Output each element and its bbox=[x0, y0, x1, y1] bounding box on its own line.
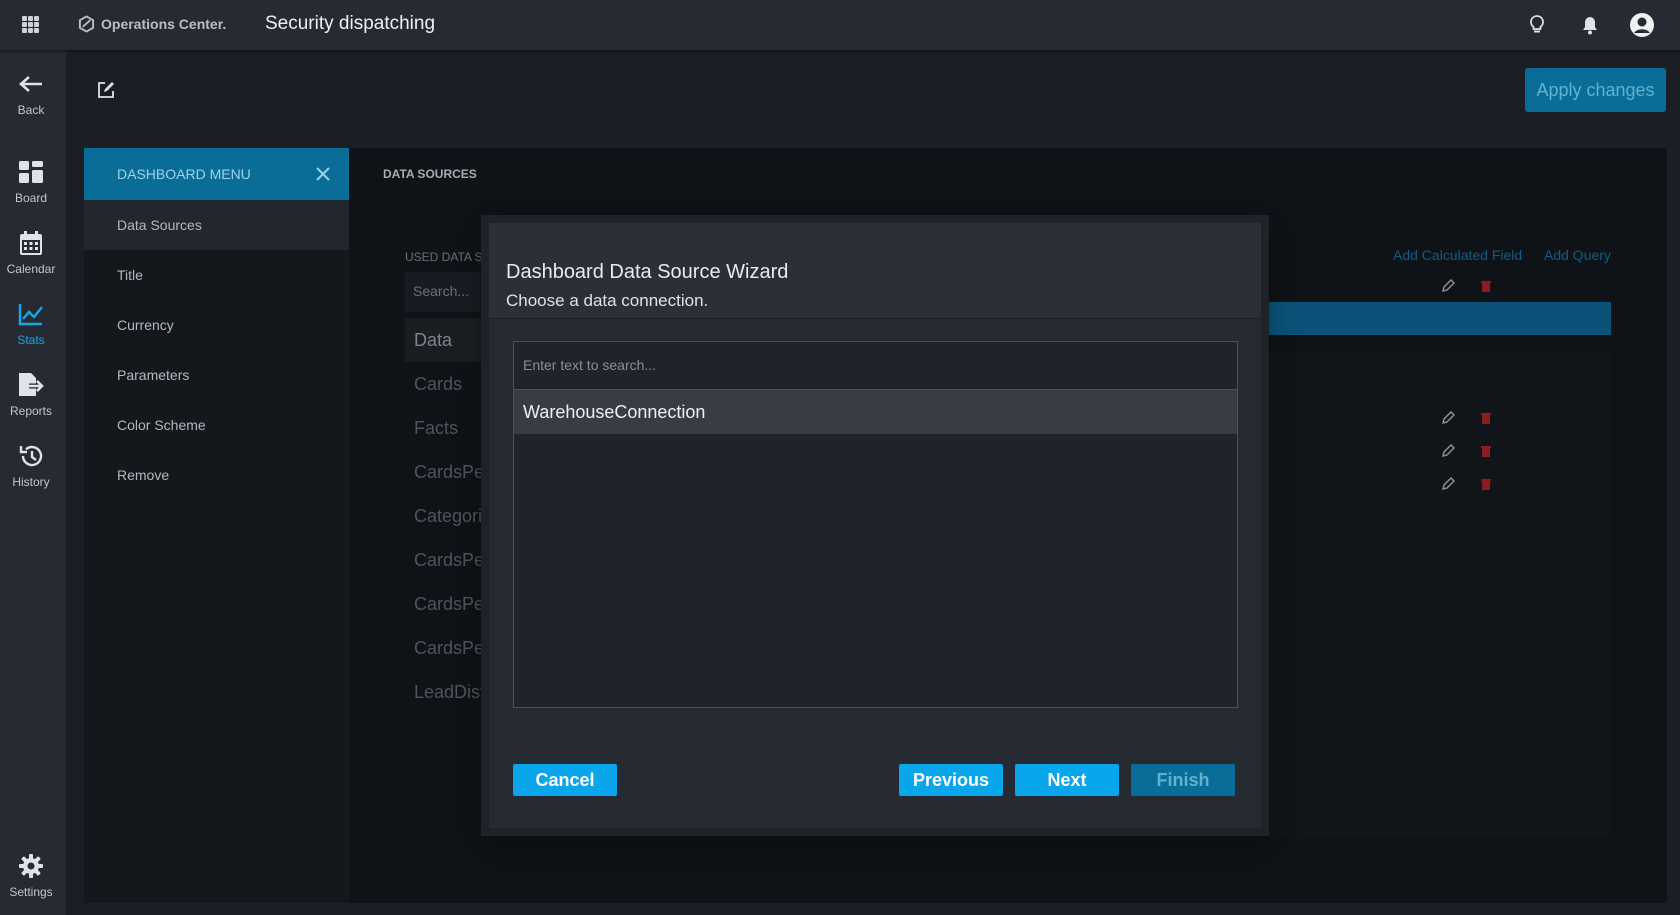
brand-name: Operations Center. bbox=[101, 16, 227, 32]
trash-icon[interactable] bbox=[1479, 411, 1493, 425]
nav-back[interactable]: Back bbox=[0, 70, 62, 117]
nav-label: Stats bbox=[17, 333, 45, 347]
gear-icon bbox=[16, 852, 46, 880]
reports-icon bbox=[16, 371, 46, 399]
apps-grid-icon[interactable] bbox=[22, 16, 39, 33]
nav-calendar[interactable]: Calendar bbox=[0, 229, 62, 276]
lightbulb-icon[interactable] bbox=[1524, 12, 1550, 38]
dashboard-menu-header: DASHBOARD MENU bbox=[84, 148, 349, 200]
close-icon[interactable] bbox=[315, 166, 331, 182]
trash-icon[interactable] bbox=[1479, 477, 1493, 491]
menu-item-remove[interactable]: Remove bbox=[84, 450, 349, 500]
menu-item-title[interactable]: Title bbox=[84, 250, 349, 300]
cancel-button[interactable]: Cancel bbox=[513, 764, 617, 796]
board-icon bbox=[16, 158, 46, 186]
user-avatar-icon[interactable] bbox=[1629, 12, 1655, 38]
dialog-title: Dashboard Data Source Wizard bbox=[506, 261, 789, 283]
dashboard-menu-panel: DASHBOARD MENU Data Sources Title Curren… bbox=[84, 148, 349, 903]
calendar-icon bbox=[16, 229, 46, 257]
data-source-wizard-dialog: Dashboard Data Source Wizard Choose a da… bbox=[489, 223, 1261, 828]
edit-dashboard-icon[interactable] bbox=[96, 80, 116, 100]
bell-icon[interactable] bbox=[1577, 12, 1603, 38]
nav-board[interactable]: Board bbox=[0, 158, 62, 205]
arrow-left-icon bbox=[16, 70, 46, 98]
list-item[interactable]: CardsPer bbox=[405, 538, 490, 582]
add-calculated-field-link[interactable]: Add Calculated Field bbox=[1393, 247, 1522, 263]
query-fields-area bbox=[1255, 352, 1611, 837]
add-query-link[interactable]: Add Query bbox=[1544, 247, 1611, 263]
nav-reports[interactable]: Reports bbox=[0, 371, 62, 418]
previous-button[interactable]: Previous bbox=[899, 764, 1003, 796]
finish-button[interactable]: Finish bbox=[1131, 764, 1235, 796]
stats-icon bbox=[16, 300, 46, 328]
dashboard-menu-title: DASHBOARD MENU bbox=[117, 166, 251, 182]
edit-icon[interactable] bbox=[1441, 279, 1455, 293]
menu-item-currency[interactable]: Currency bbox=[84, 300, 349, 350]
brand[interactable]: Operations Center. bbox=[78, 15, 226, 33]
brand-logo-icon bbox=[78, 15, 95, 33]
nav-label: History bbox=[12, 475, 50, 489]
edit-icon[interactable] bbox=[1441, 477, 1455, 491]
connection-list: Enter text to search... WarehouseConnect… bbox=[513, 341, 1238, 708]
edit-icon[interactable] bbox=[1441, 411, 1455, 425]
menu-item-color-scheme[interactable]: Color Scheme bbox=[84, 400, 349, 450]
data-source-search-input[interactable]: Search... bbox=[405, 272, 490, 312]
list-item[interactable]: Data bbox=[405, 318, 490, 362]
list-item[interactable]: Cards bbox=[405, 362, 490, 406]
menu-item-data-sources[interactable]: Data Sources bbox=[84, 200, 349, 250]
next-button[interactable]: Next bbox=[1015, 764, 1119, 796]
nav-label: Board bbox=[14, 191, 48, 205]
nav-label: Reports bbox=[9, 404, 53, 418]
list-item[interactable]: CardsPer bbox=[405, 582, 490, 626]
page-title: Security dispatching bbox=[265, 13, 436, 34]
connection-item-warehouse[interactable]: WarehouseConnection bbox=[514, 390, 1237, 434]
nav-label: Settings bbox=[9, 885, 53, 899]
data-sources-title: DATA SOURCES bbox=[383, 167, 477, 181]
history-icon bbox=[16, 442, 46, 470]
apply-changes-button[interactable]: Apply changes bbox=[1525, 68, 1666, 112]
nav-settings[interactable]: Settings bbox=[0, 852, 62, 899]
list-item[interactable]: Categorie bbox=[405, 494, 490, 538]
menu-item-parameters[interactable]: Parameters bbox=[84, 350, 349, 400]
used-data-sources-label: USED DATA SOURCES bbox=[405, 250, 490, 264]
list-item[interactable]: Facts bbox=[405, 406, 490, 450]
list-item[interactable]: CardsPer bbox=[405, 450, 490, 494]
left-nav: Back Board Calendar Stats Reports Histor… bbox=[0, 50, 66, 915]
nav-label: Calendar bbox=[6, 262, 56, 276]
data-source-list: Data Cards Facts CardsPer Categorie Card… bbox=[405, 318, 490, 714]
top-bar: Operations Center. Security dispatching bbox=[0, 0, 1680, 50]
nav-history[interactable]: History bbox=[0, 442, 62, 489]
list-item[interactable]: LeadDistr bbox=[405, 670, 490, 714]
trash-icon[interactable] bbox=[1479, 444, 1493, 458]
list-item[interactable]: CardsPer bbox=[405, 626, 490, 670]
trash-icon[interactable] bbox=[1479, 279, 1493, 293]
connection-search-input[interactable]: Enter text to search... bbox=[514, 342, 1237, 390]
nav-stats[interactable]: Stats bbox=[0, 300, 62, 347]
selected-query-row[interactable] bbox=[1255, 302, 1611, 335]
dialog-subtitle: Choose a data connection. bbox=[506, 291, 709, 310]
nav-label: Back bbox=[17, 103, 45, 117]
edit-icon[interactable] bbox=[1441, 444, 1455, 458]
dialog-header: Dashboard Data Source Wizard Choose a da… bbox=[489, 223, 1261, 319]
